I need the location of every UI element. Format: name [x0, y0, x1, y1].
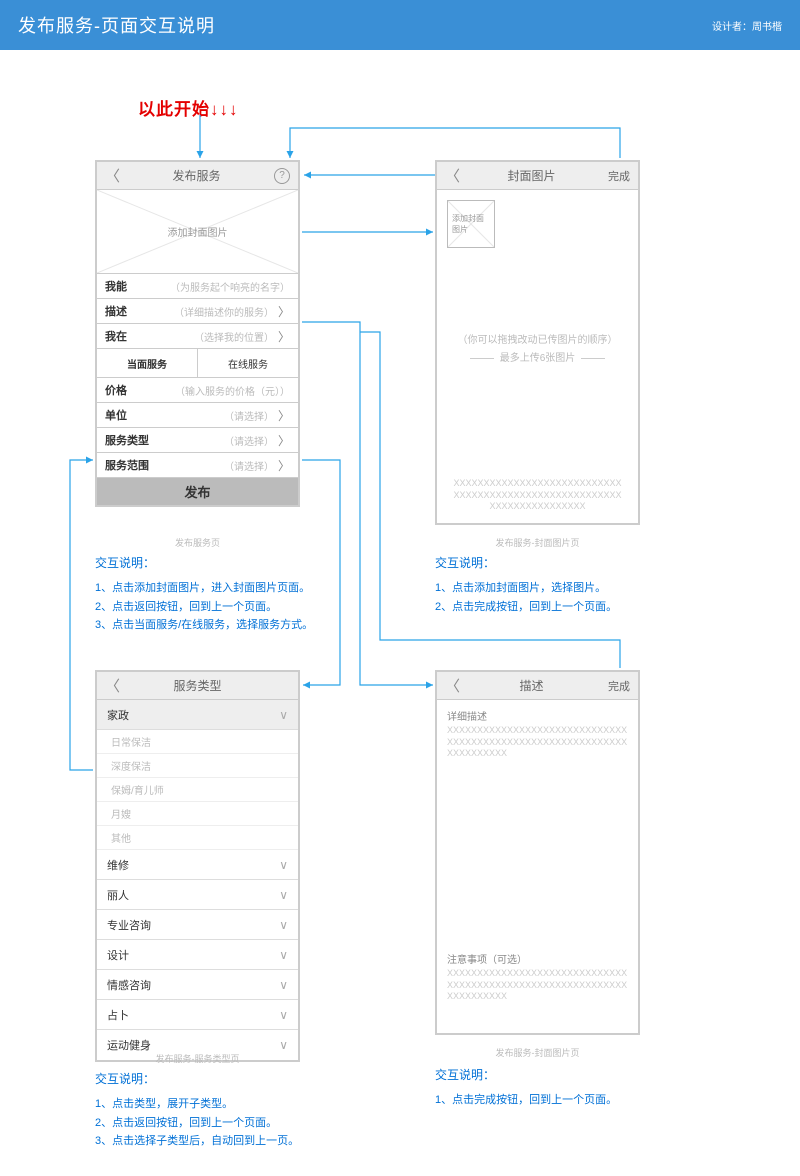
subcategory-item[interactable]: 月嫂: [97, 802, 298, 826]
field-unit[interactable]: 单位（请选择）〉: [97, 402, 298, 427]
chevron-right-icon: 〉: [278, 432, 290, 449]
chevron-down-icon: ∨: [279, 1038, 288, 1052]
wf1-header: 〈 发布服务 ?: [97, 162, 298, 190]
chevron-down-icon: ∨: [279, 1008, 288, 1022]
interact-notes-1: 交互说明： 1、点击添加封面图片，进入封面图片页面。 2、点击返回按钮，回到上一…: [95, 554, 335, 635]
service-mode-tabs: 当面服务 在线服务: [97, 348, 298, 377]
thumb-label: 添加封面图片: [448, 201, 494, 247]
wf2-header: 〈 封面图片 完成: [437, 162, 638, 190]
desc-label: 详细描述: [437, 700, 638, 725]
chevron-down-icon: ∨: [279, 888, 288, 902]
start-here-label: 以此开始↓↓↓: [138, 95, 239, 120]
reorder-hint: （你可以拖拽改动已传图片的顺序） 最多上传6张图片: [437, 332, 638, 368]
publish-button[interactable]: 发布: [97, 477, 298, 505]
tab-online[interactable]: 在线服务: [198, 349, 298, 377]
back-icon[interactable]: 〈: [105, 165, 119, 186]
wf4-header: 〈 描述 完成: [437, 672, 638, 700]
help-icon[interactable]: ?: [274, 168, 290, 184]
chevron-right-icon: 〉: [278, 303, 290, 320]
wireframe-description: 〈 描述 完成 详细描述 XXXXXXXXXXXXXXXXXXXXXXXXXXX…: [435, 670, 640, 1035]
chevron-down-icon: ∨: [279, 858, 288, 872]
chevron-right-icon: 〉: [278, 407, 290, 424]
category-item[interactable]: 情感咨询∨: [97, 970, 298, 1000]
page-title: 发布服务-页面交互说明: [18, 12, 215, 38]
subcategory-item[interactable]: 保姆/育儿师: [97, 778, 298, 802]
add-cover-image[interactable]: 添加封面图片: [96, 189, 299, 274]
interact-notes-2: 交互说明： 1、点击添加封面图片，选择图片。 2、点击完成按钮，回到上一个页面。: [435, 554, 675, 616]
subcategory-item[interactable]: 深度保洁: [97, 754, 298, 778]
chevron-down-icon: ∨: [279, 918, 288, 932]
category-item[interactable]: 专业咨询∨: [97, 910, 298, 940]
wireframe-publish: 〈 发布服务 ? 添加封面图片 我能（为服务起个响亮的名字） 描述（详细描述你的…: [95, 160, 300, 507]
subcategory-item[interactable]: 其他: [97, 826, 298, 850]
category-item[interactable]: 维修∨: [97, 850, 298, 880]
wf3-title: 服务类型: [119, 677, 276, 694]
designer-label: 设计者：周书楷: [712, 18, 782, 33]
field-service-range[interactable]: 服务范围（请选择）〉: [97, 452, 298, 477]
back-icon[interactable]: 〈: [445, 165, 459, 186]
notes-placeholder[interactable]: XXXXXXXXXXXXXXXXXXXXXXXXXXXXXXXXXXXXXXXX…: [437, 968, 638, 1003]
wf2-caption: 发布服务-封面图片页: [435, 536, 640, 549]
wf4-title: 描述: [459, 677, 604, 694]
wf1-title: 发布服务: [119, 167, 274, 184]
placeholder-text: XXXXXXXXXXXXXXXXXXXXXXXXXXXXXXXXXXXXXXXX…: [451, 478, 624, 513]
interact-notes-4: 交互说明： 1、点击完成按钮，回到上一个页面。: [435, 1066, 675, 1110]
back-icon[interactable]: 〈: [105, 675, 119, 696]
page-header: 发布服务-页面交互说明 设计者：周书楷: [0, 0, 800, 50]
add-image-thumb[interactable]: 添加封面图片: [447, 200, 495, 248]
back-icon[interactable]: 〈: [445, 675, 459, 696]
wireframe-cover-images: 〈 封面图片 完成 添加封面图片 （你可以拖拽改动已传图片的顺序） 最多上传6张…: [435, 160, 640, 525]
wf2-title: 封面图片: [459, 167, 604, 184]
done-button[interactable]: 完成: [604, 168, 630, 184]
chevron-right-icon: 〉: [278, 457, 290, 474]
category-item[interactable]: 设计∨: [97, 940, 298, 970]
subcategory-item[interactable]: 日常保洁: [97, 730, 298, 754]
field-name[interactable]: 我能（为服务起个响亮的名字）: [97, 273, 298, 298]
chevron-right-icon: 〉: [278, 328, 290, 345]
category-item[interactable]: 家政∨: [97, 700, 298, 730]
chevron-down-icon: ∨: [279, 948, 288, 962]
category-item[interactable]: 占卜∨: [97, 1000, 298, 1030]
done-button[interactable]: 完成: [604, 678, 630, 694]
tab-in-person[interactable]: 当面服务: [97, 349, 198, 377]
chevron-down-icon: ∨: [279, 708, 288, 722]
interact-notes-3: 交互说明： 1、点击类型，展开子类型。 2、点击返回按钮，回到上一个页面。 3、…: [95, 1070, 335, 1151]
field-desc[interactable]: 描述（详细描述你的服务）〉: [97, 298, 298, 323]
field-location[interactable]: 我在（选择我的位置）〉: [97, 323, 298, 348]
wf3-header: 〈 服务类型: [97, 672, 298, 700]
desc-placeholder[interactable]: XXXXXXXXXXXXXXXXXXXXXXXXXXXXXXXXXXXXXXXX…: [437, 725, 638, 760]
notes-label: 注意事项（可选）: [437, 943, 638, 968]
chevron-down-icon: ∨: [279, 978, 288, 992]
category-item[interactable]: 丽人∨: [97, 880, 298, 910]
wf4-caption: 发布服务-封面图片页: [435, 1046, 640, 1059]
cover-label: 添加封面图片: [97, 190, 298, 273]
wf3-caption: 发布服务-服务类型页: [95, 1052, 300, 1065]
wireframe-service-type: 〈 服务类型 家政∨ 日常保洁 深度保洁 保姆/育儿师 月嫂 其他 维修∨ 丽人…: [95, 670, 300, 1062]
field-service-type[interactable]: 服务类型（请选择）〉: [97, 427, 298, 452]
wf1-caption: 发布服务页: [95, 536, 300, 549]
field-price[interactable]: 价格（输入服务的价格（元））: [97, 377, 298, 402]
